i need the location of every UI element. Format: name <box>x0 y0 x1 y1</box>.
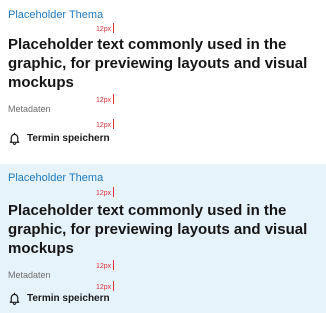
spacing-annotation: 12px <box>96 260 115 270</box>
spacing-annotation: 12px <box>96 281 115 291</box>
spacing-marker <box>113 187 115 197</box>
spacing-annotation: 12px <box>96 187 115 197</box>
save-appointment-label: Termin speichern <box>27 293 110 304</box>
event-card[interactable]: Placeholder Thema 12px Placeholder text … <box>0 0 326 156</box>
spacing-annotation: 12px <box>96 94 115 104</box>
card-title[interactable]: Placeholder text commonly used in the gr… <box>8 35 324 92</box>
spacing-label: 12px <box>96 97 112 104</box>
spacing-label: 12px <box>96 26 112 33</box>
card-topic-link[interactable]: Placeholder Thema <box>8 9 103 21</box>
spacing-annotation: 12px <box>96 119 115 129</box>
spacing-label: 12px <box>96 263 112 270</box>
card-title[interactable]: Placeholder text commonly used in the gr… <box>8 201 324 258</box>
spacing-label: 12px <box>96 122 112 129</box>
spacing-marker <box>113 260 115 270</box>
bell-icon <box>9 292 20 305</box>
save-appointment-button[interactable]: Termin speichern <box>8 292 110 305</box>
spacing-label: 12px <box>96 284 112 291</box>
event-card-highlighted[interactable]: Placeholder Thema 12px Placeholder text … <box>0 164 326 313</box>
spacing-marker <box>113 119 115 129</box>
spacing-marker <box>113 94 115 104</box>
spacing-marker <box>113 23 115 33</box>
save-appointment-label: Termin speichern <box>27 133 110 144</box>
card-metadata: Metadaten <box>8 104 51 114</box>
spacing-label: 12px <box>96 190 112 197</box>
bell-icon <box>9 132 20 145</box>
save-appointment-button[interactable]: Termin speichern <box>8 132 110 145</box>
spacing-marker <box>113 281 115 291</box>
card-metadata: Metadaten <box>8 270 51 280</box>
spacing-annotation: 12px <box>96 23 115 33</box>
card-topic-link[interactable]: Placeholder Thema <box>8 172 103 184</box>
